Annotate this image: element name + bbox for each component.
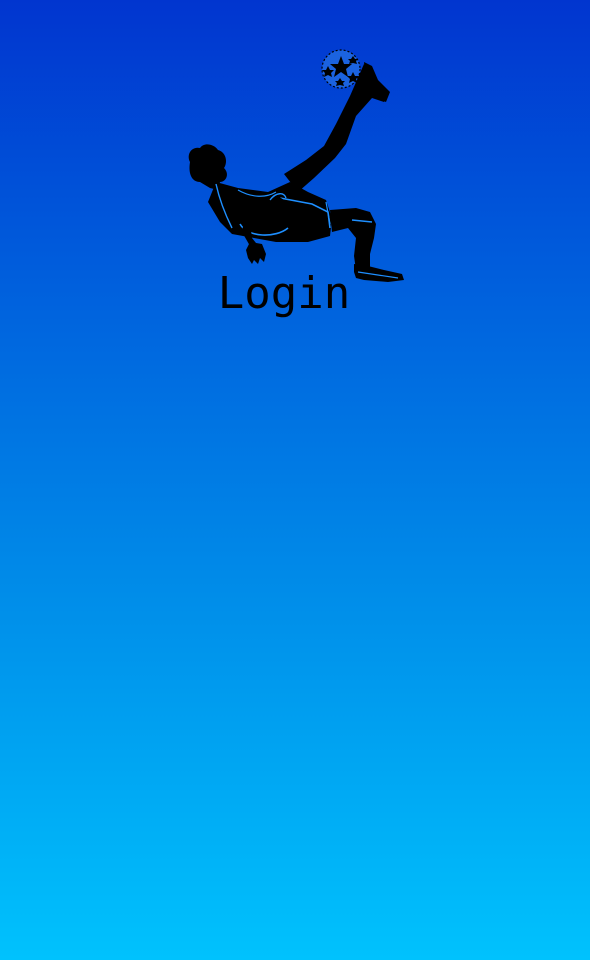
- page-title: Login: [217, 268, 351, 319]
- page-title-wrapper: Login: [0, 268, 590, 320]
- star-ball-icon: [321, 49, 361, 89]
- login-screen: Login: [0, 0, 590, 960]
- bicycle-kick-player-icon: [180, 42, 410, 287]
